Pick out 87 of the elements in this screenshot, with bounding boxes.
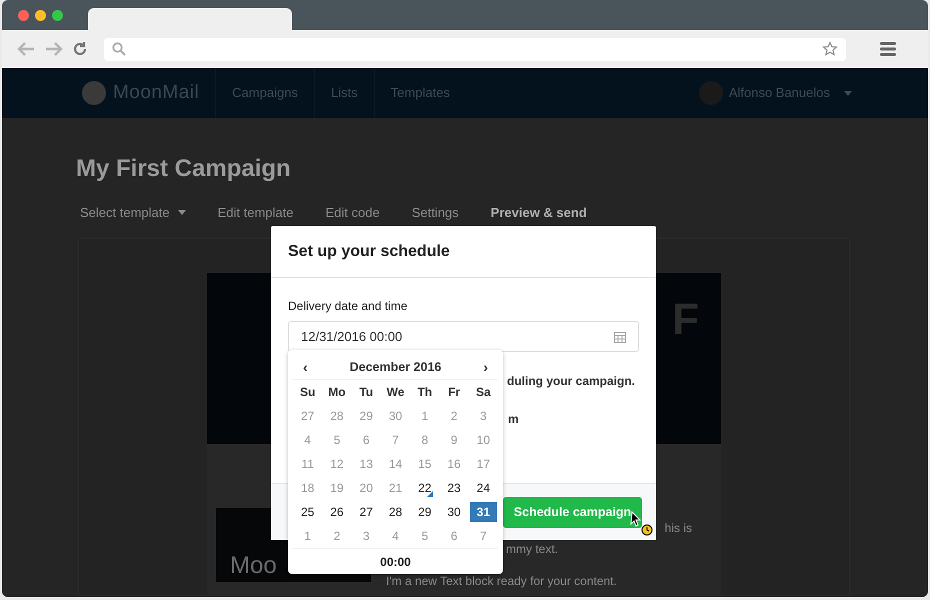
body-text: his is [664, 520, 692, 534]
tab[interactable]: Preview & send [490, 203, 587, 222]
next-month-button[interactable]: › [483, 357, 488, 378]
calendar-day[interactable]: 2 [440, 406, 468, 426]
calendar-day[interactable]: 29 [352, 406, 380, 426]
caret-icon[interactable] [844, 90, 852, 96]
calendar-day[interactable]: 12 [323, 454, 351, 474]
dialog-title: Set up your schedule [288, 242, 450, 262]
calendar-day[interactable]: 1 [294, 526, 322, 546]
calendar-day[interactable]: 28 [323, 406, 351, 426]
calendar-day[interactable]: 4 [382, 526, 410, 546]
calendar-day[interactable]: 23 [440, 478, 468, 498]
calendar-day[interactable]: 24 [470, 478, 497, 498]
user-name[interactable]: Alfonso Banuelos [728, 83, 830, 103]
weekday-label: Sa [475, 384, 492, 401]
body-text: I'm a new Text block ready for your content. [386, 574, 618, 588]
calendar-day[interactable]: 31 [470, 502, 497, 522]
forward-icon[interactable] [44, 41, 64, 57]
calendar-day[interactable]: 3 [352, 526, 380, 546]
calendar-day[interactable]: 27 [294, 406, 322, 426]
weekday-label: Mo [327, 384, 347, 401]
nav-link[interactable]: Lists [314, 68, 374, 118]
calendar-day[interactable]: 5 [323, 430, 351, 450]
calendar-day[interactable]: 28 [382, 502, 410, 522]
calendar-day[interactable]: 7 [382, 430, 410, 450]
calendar-day[interactable]: 10 [470, 430, 497, 450]
caret-icon [178, 210, 186, 216]
dialog-text: m [508, 411, 519, 428]
previous-month-button[interactable]: ‹ [303, 357, 308, 378]
weekday-label: Th [416, 384, 434, 401]
tab[interactable]: Select template [80, 203, 186, 222]
back-icon[interactable] [16, 41, 36, 57]
calendar-day[interactable]: 30 [382, 406, 410, 426]
body-text: mmy text. [506, 542, 560, 556]
calendar-day[interactable]: 4 [294, 430, 322, 450]
calendar-day[interactable]: 17 [470, 454, 497, 474]
calendar-day[interactable]: 13 [352, 454, 380, 474]
weekday-label: Tu [358, 384, 374, 401]
calendar-day[interactable]: 7 [470, 526, 497, 546]
time-picker[interactable]: 00:00 [380, 554, 411, 570]
calendar-day[interactable]: 22 [411, 478, 438, 498]
star-icon[interactable] [822, 41, 838, 57]
weekday-label: Su [298, 384, 316, 401]
calendar-day[interactable]: 26 [323, 502, 351, 522]
tab[interactable]: Settings [412, 203, 459, 222]
calendar-day[interactable]: 11 [294, 454, 322, 474]
menu-icon[interactable] [880, 42, 896, 56]
calendar-day[interactable]: 15 [411, 454, 438, 474]
weekday-label: Fr [447, 384, 462, 401]
calendar-day[interactable]: 21 [382, 478, 410, 498]
minimize-window-icon[interactable] [35, 10, 46, 21]
dialog-text: duling your campaign. [507, 373, 636, 390]
calendar-day[interactable]: 3 [470, 406, 497, 426]
nav-link[interactable]: Campaigns [215, 68, 314, 118]
calendar-day[interactable]: 16 [440, 454, 468, 474]
calendar-day[interactable]: 30 [440, 502, 468, 522]
search-icon [112, 42, 126, 56]
calendar-day[interactable]: 25 [294, 502, 322, 522]
calendar-day[interactable]: 27 [352, 502, 380, 522]
today-marker-icon [427, 491, 434, 497]
calendar-day[interactable]: 18 [294, 478, 322, 498]
calendar-icon[interactable] [614, 330, 626, 342]
calendar-day[interactable]: 2 [323, 526, 351, 546]
month-label[interactable]: December 2016 [350, 358, 442, 377]
calendar-day[interactable]: 1 [411, 406, 438, 426]
weekday-label: We [386, 384, 406, 401]
calendar-day[interactable]: 14 [382, 454, 410, 474]
calendar-day[interactable]: 20 [352, 478, 380, 498]
reload-icon[interactable] [72, 41, 88, 57]
page-title: My First Campaign [76, 154, 292, 184]
field-label: Delivery date and time [288, 298, 408, 315]
schedule-campaign-button[interactable]: Schedule campaign [503, 496, 642, 528]
field-value: 12/31/2016 00:00 [301, 328, 402, 346]
tab[interactable]: Edit template [218, 203, 294, 222]
image-caption: Moo [230, 552, 277, 580]
calendar-day[interactable]: 9 [440, 430, 468, 450]
logo-icon [82, 81, 106, 105]
calendar-day[interactable]: 6 [352, 430, 380, 450]
calendar-day[interactable]: 6 [440, 526, 468, 546]
calendar-day[interactable]: 8 [411, 430, 438, 450]
calendar-day[interactable]: 29 [411, 502, 438, 522]
maximize-window-icon[interactable] [52, 10, 63, 21]
close-window-icon[interactable] [18, 10, 29, 21]
calendar-day[interactable]: 19 [323, 478, 351, 498]
tab[interactable]: Edit code [325, 203, 380, 222]
calendar-day[interactable]: 5 [411, 526, 438, 546]
nav-link[interactable]: Templates [374, 68, 466, 118]
